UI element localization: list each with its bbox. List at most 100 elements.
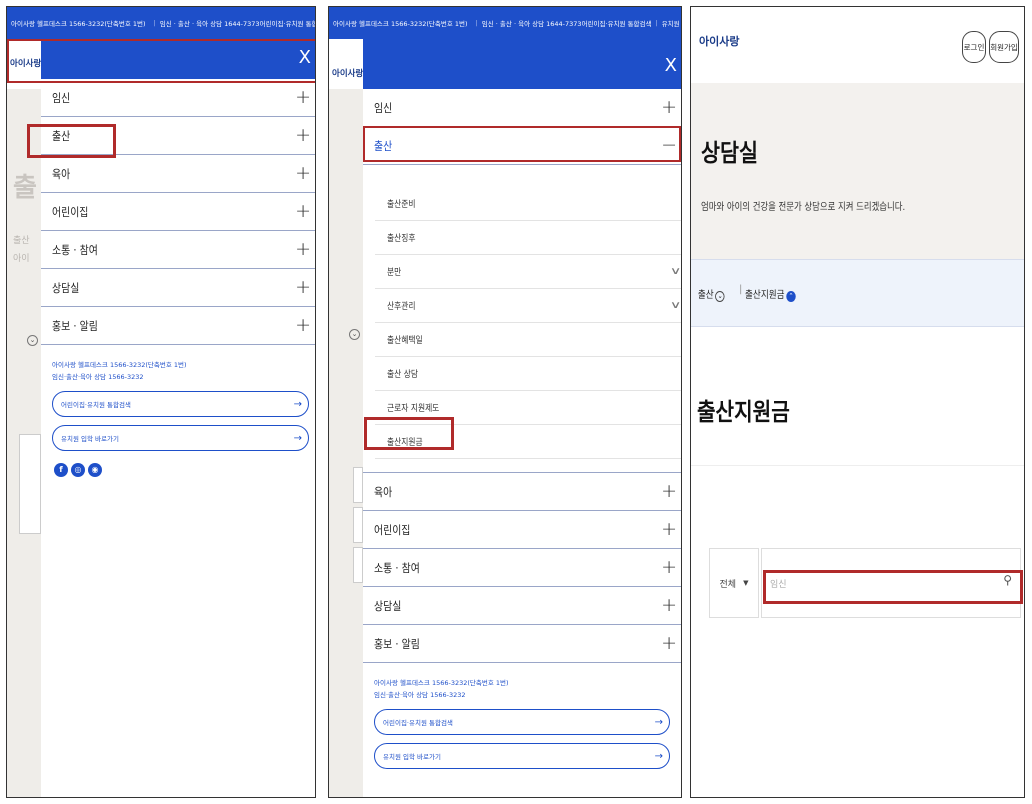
plus-icon[interactable]: +: [295, 278, 311, 297]
top-bar: 아이사랑 헬프데스크 1566-3232(단축번호 1번) | 임신 · 출산 …: [7, 7, 315, 39]
contact-line-1: 아이사랑 헬프데스크 1566-3232(단축번호 1번): [52, 361, 187, 369]
background-page-strip: 아이사랑 ⌄: [329, 39, 363, 797]
plus-icon[interactable]: +: [295, 126, 311, 145]
nav-menu: X 임신 + 출산 + 육아 + 어린이집 + 소통 · 참여 + 상담실 + 홍보 · 알…: [41, 39, 315, 797]
chevron-down-icon[interactable]: ∨: [669, 300, 681, 311]
instagram-icon[interactable]: ◎: [71, 463, 85, 477]
breadcrumb-birth[interactable]: 출산 ⌄: [691, 286, 725, 302]
contact-info: 아이사랑 헬프데스크 1566-3232(단축번호 1번) 임신·출산·육아 상…: [363, 663, 681, 701]
menu-item-pregnancy[interactable]: 임신 +: [363, 89, 681, 127]
search-area: 전체 ▼ 임신 ⚲: [691, 465, 1024, 695]
plus-icon[interactable]: +: [661, 482, 677, 501]
integrated-search-button[interactable]: 어린이집·유치원 통합검색 →: [374, 709, 670, 735]
integrated-search-link[interactable]: 어린이집·유치원 통합검색: [260, 18, 315, 28]
chevron-down-icon[interactable]: ∨: [669, 266, 681, 277]
menu-item-birth[interactable]: 출산 +: [41, 117, 315, 155]
kinder-entry-button[interactable]: 유치원 입학 바로가기 →: [52, 425, 309, 451]
plus-icon[interactable]: +: [295, 164, 311, 183]
chevron-circle-icon: ⌄: [27, 335, 38, 346]
menu-item-daycare[interactable]: 어린이집 +: [41, 193, 315, 231]
site-logo[interactable]: 아이사랑: [332, 67, 363, 79]
menu-item-news[interactable]: 홍보 · 알림 +: [41, 307, 315, 345]
breadcrumb: 출산 ⌄ | 출산지원금 ⌃: [691, 259, 1024, 327]
close-icon[interactable]: X: [665, 55, 677, 77]
bg-card: [19, 434, 41, 534]
menu-item-daycare[interactable]: 어린이집 +: [363, 511, 681, 549]
plus-icon[interactable]: +: [661, 520, 677, 539]
chevron-circle-icon: ⌄: [349, 329, 360, 340]
submenu-item-prep[interactable]: 출산준비: [375, 187, 681, 221]
close-icon[interactable]: X: [299, 47, 311, 69]
menu-item-counseling[interactable]: 상담실 +: [363, 587, 681, 625]
plus-icon[interactable]: +: [295, 240, 311, 259]
submenu-item-worker[interactable]: 근로자 지원제도: [375, 391, 681, 425]
menu-header: X: [41, 39, 315, 79]
plus-icon[interactable]: +: [661, 596, 677, 615]
screen-menu-expanded: 아이사랑 헬프데스크 1566-3232(단축번호 1번) | 임신 · 출산 …: [328, 6, 682, 798]
contact-info: 아이사랑 헬프데스크 1566-3232(단축번호 1번) 임신·출산·육아 상…: [41, 345, 315, 383]
menu-item-childcare[interactable]: 육아 +: [41, 155, 315, 193]
plus-icon[interactable]: +: [661, 558, 677, 577]
site-header: 아이사랑 로그인 회원가입: [691, 7, 1024, 83]
plus-icon[interactable]: +: [661, 634, 677, 653]
search-icon[interactable]: ⚲: [1003, 573, 1012, 587]
hero-sub-1: 출산: [13, 236, 30, 246]
kinder-entry-link[interactable]: 유치원 입학 바로가기: [662, 18, 681, 28]
arrow-right-icon: →: [654, 750, 663, 762]
plus-icon[interactable]: +: [661, 98, 677, 117]
menu-item-community[interactable]: 소통 · 참여 +: [363, 549, 681, 587]
submenu-item-postnatal[interactable]: 산후관리 ∨: [375, 289, 681, 323]
site-logo[interactable]: 아이사랑: [10, 57, 41, 69]
search-placeholder: 임신: [770, 580, 787, 590]
minus-icon[interactable]: −: [661, 136, 677, 155]
integrated-search-button[interactable]: 어린이집·유치원 통합검색 →: [52, 391, 309, 417]
menu-header: X: [363, 39, 681, 89]
chevron-down-icon[interactable]: ⌄: [715, 291, 725, 302]
signup-button[interactable]: 회원가입: [989, 31, 1019, 63]
menu-item-counseling[interactable]: 상담실 +: [41, 269, 315, 307]
hero-sub-2: 아이: [13, 254, 30, 264]
caret-down-icon: ▼: [743, 579, 749, 587]
bg-card: [353, 507, 363, 543]
top-bar: 아이사랑 헬프데스크 1566-3232(단축번호 1번) | 임신 · 출산 …: [329, 7, 681, 39]
hero-title: 상담실: [701, 139, 758, 167]
breadcrumb-subsidy[interactable]: 출산지원금 ⌃: [745, 286, 796, 302]
hotline-text: 임신 · 출산 · 육아 상담 1644-7373: [481, 20, 582, 28]
submenu-item-subsidy[interactable]: 출산지원금: [375, 425, 681, 459]
screen-subsidy-page: 아이사랑 로그인 회원가입 상담실 엄마와 아이의 건강을 전문가 상담으로 지…: [690, 6, 1025, 798]
bg-card: [353, 547, 363, 583]
menu-item-news[interactable]: 홍보 · 알림 +: [363, 625, 681, 663]
hero-section: 상담실 엄마와 아이의 건강을 전문가 상담으로 지켜 드리겠습니다.: [691, 83, 1024, 259]
arrow-right-icon: →: [293, 398, 302, 410]
chevron-up-icon[interactable]: ⌃: [786, 291, 796, 302]
search-category-select[interactable]: 전체 ▼: [709, 548, 759, 618]
social-links: f ◎ ◉: [54, 463, 315, 477]
submenu-item-benefit[interactable]: 출산혜택일: [375, 323, 681, 357]
menu-item-birth[interactable]: 출산 −: [363, 127, 681, 165]
submenu-birth: 출산준비 출산징후 분만 ∨ 산후관리 ∨ 출산혜택일 출산 상담 근로자 지원제도…: [363, 165, 681, 463]
blog-icon[interactable]: ◉: [88, 463, 102, 477]
contact-line-2: 임신·출산·육아 상담 1566-3232: [52, 373, 144, 381]
menu-item-childcare[interactable]: 육아 +: [363, 473, 681, 511]
site-logo[interactable]: 아이사랑: [699, 33, 739, 49]
bg-card: [353, 467, 363, 503]
page-title: 출산지원금: [697, 398, 790, 426]
submenu-item-delivery[interactable]: 분만 ∨: [375, 255, 681, 289]
hero-description: 엄마와 아이의 건강을 전문가 상담으로 지켜 드리겠습니다.: [701, 202, 906, 213]
plus-icon[interactable]: +: [295, 202, 311, 221]
kinder-entry-button[interactable]: 유치원 입학 바로가기 →: [374, 743, 670, 769]
menu-item-pregnancy[interactable]: 임신 +: [41, 79, 315, 117]
integrated-search-link[interactable]: 어린이집·유치원 통합검색: [582, 18, 652, 28]
plus-icon[interactable]: +: [295, 88, 311, 107]
nav-menu: X 임신 + 출산 − 출산준비 출산징후 분만 ∨ 산후관리 ∨ 출산혜택일 출산 상…: [363, 39, 681, 797]
background-page-strip: 아이사랑 출 출산 아이 ⌄: [7, 39, 41, 797]
contact-line-2: 임신·출산·육아 상담 1566-3232: [374, 691, 466, 699]
search-input[interactable]: 임신 ⚲: [761, 548, 1021, 618]
plus-icon[interactable]: +: [295, 316, 311, 335]
menu-item-community[interactable]: 소통 · 참여 +: [41, 231, 315, 269]
submenu-item-signs[interactable]: 출산징후: [375, 221, 681, 255]
submenu-item-consult[interactable]: 출산 상담: [375, 357, 681, 391]
arrow-right-icon: →: [293, 432, 302, 444]
facebook-icon[interactable]: f: [54, 463, 68, 477]
login-button[interactable]: 로그인: [962, 31, 986, 63]
